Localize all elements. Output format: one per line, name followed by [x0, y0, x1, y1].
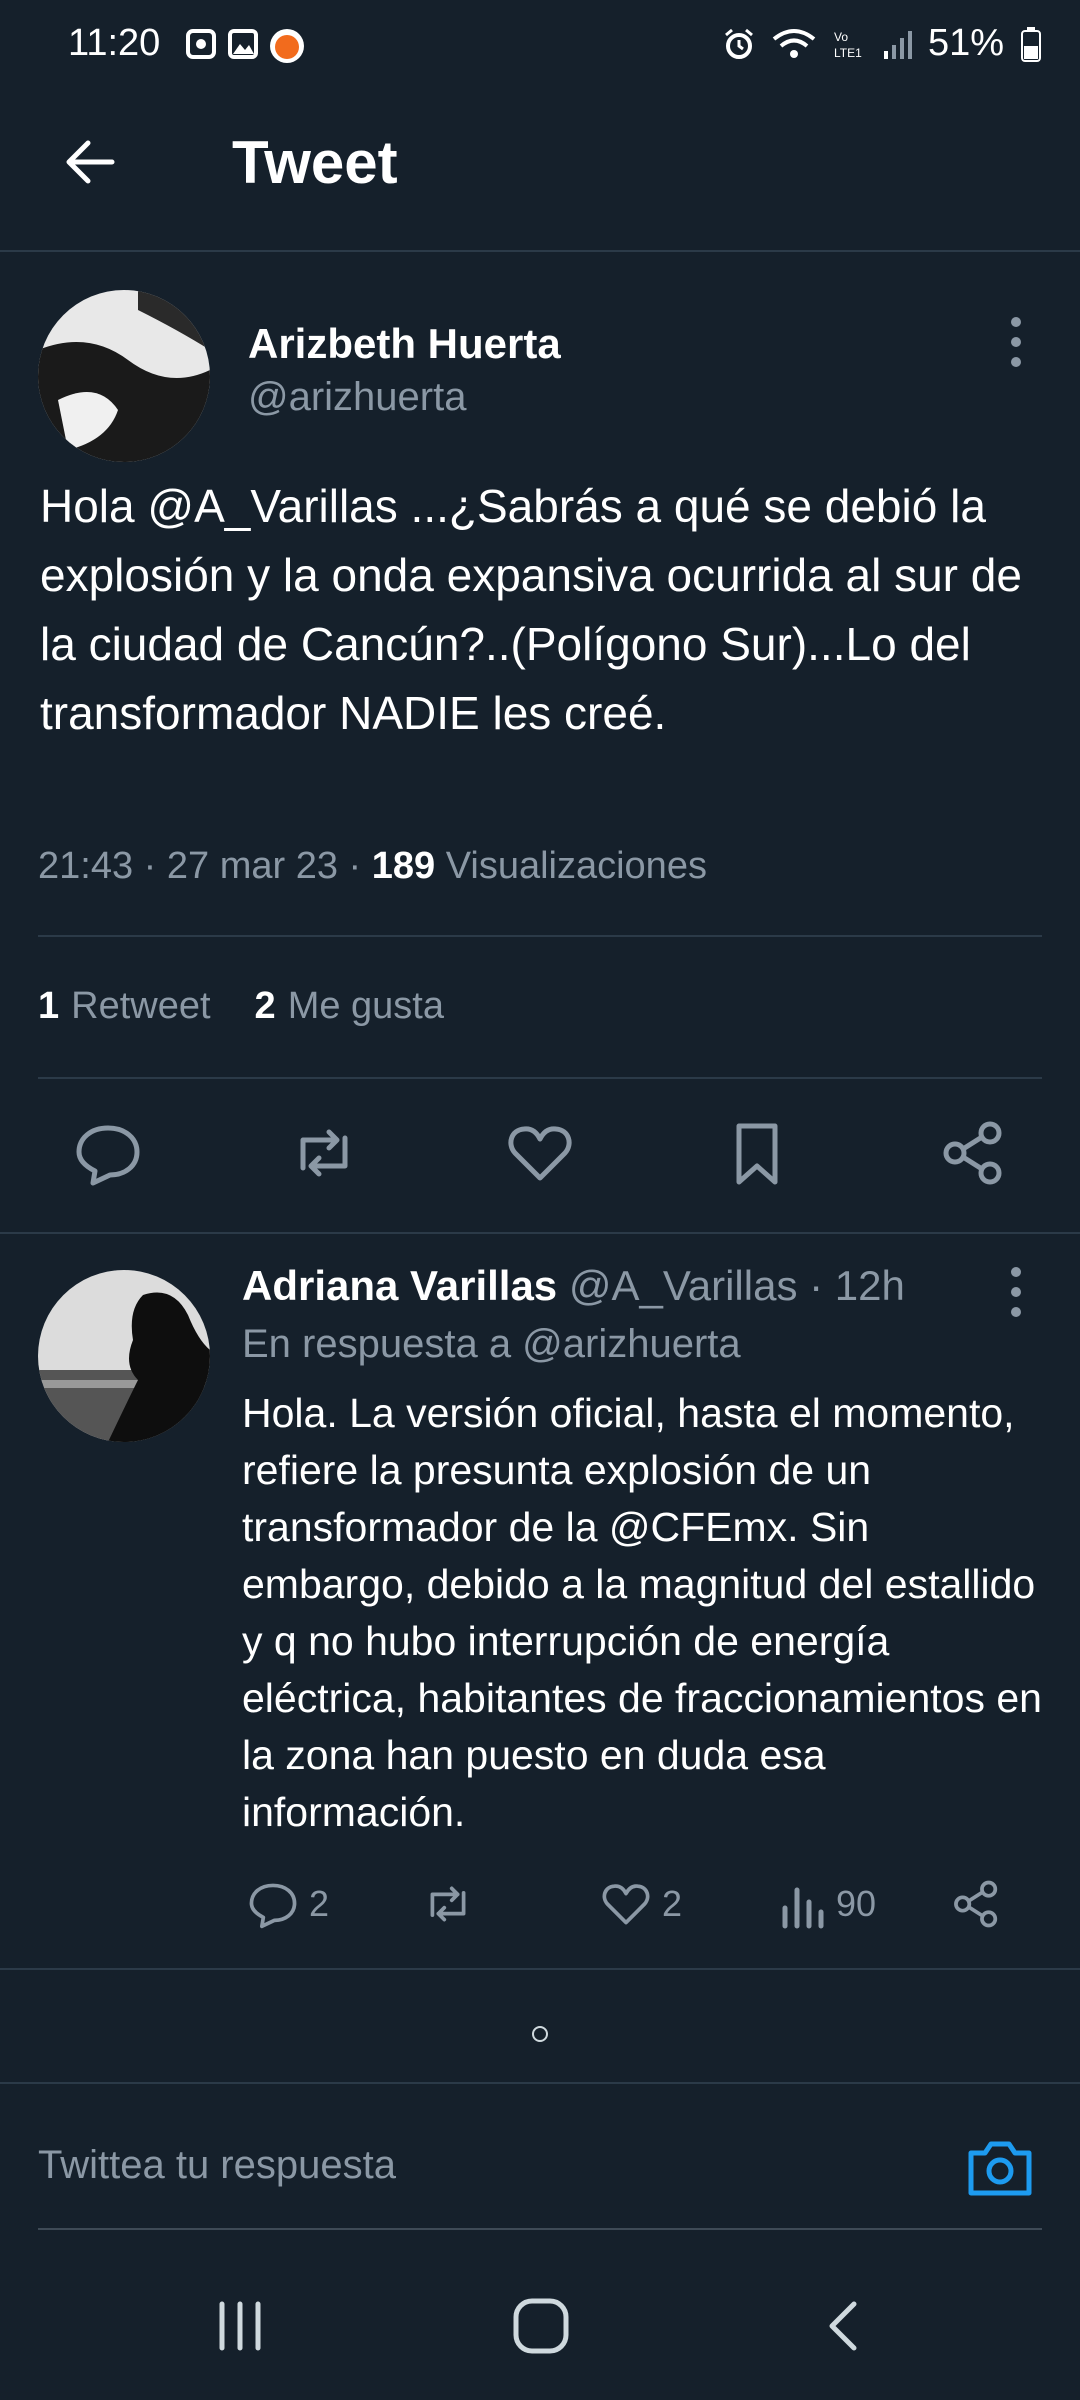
- nav-back-icon[interactable]: [820, 2298, 870, 2354]
- notification-icon: [186, 29, 216, 59]
- battery-icon: [1021, 26, 1041, 62]
- loading-indicator: [532, 2026, 548, 2042]
- back-arrow-icon[interactable]: [58, 130, 122, 194]
- status-time: 11:20: [68, 22, 161, 64]
- compose-underline: [38, 2228, 1042, 2230]
- views-icon: [782, 1887, 824, 1929]
- reply-text: Hola. La versión oficial, hasta el momen…: [242, 1390, 1042, 1835]
- svg-text:Vo: Vo: [834, 30, 848, 44]
- reply-author-name[interactable]: Adriana Varillas: [242, 1262, 557, 1309]
- alarm-icon: [724, 28, 753, 59]
- tweet-date: 27 mar 23: [166, 845, 338, 887]
- recent-apps-icon[interactable]: [212, 2298, 268, 2354]
- tweet-actions: [0, 1115, 1080, 1195]
- reply-header: Adriana Varillas @A_Varillas · 12h: [242, 1262, 905, 1309]
- app-notification-icon: [270, 29, 304, 63]
- reply-retweet-button[interactable]: [420, 1878, 476, 1930]
- author-avatar[interactable]: [38, 290, 210, 462]
- share-icon: [954, 1880, 998, 1928]
- retweet-icon[interactable]: [289, 1118, 359, 1188]
- page-title: Tweet: [232, 129, 398, 196]
- in-reply-to[interactable]: En respuesta a @arizhuerta: [242, 1322, 741, 1367]
- reply-share-button[interactable]: [950, 1878, 1002, 1930]
- likes-label: Me gusta: [287, 985, 444, 1027]
- tweet-text: Hola @A_Varillas ...¿Sabrás a qué se deb…: [40, 480, 1022, 739]
- likes-count: 2: [254, 985, 276, 1027]
- counts-divider: [38, 1077, 1042, 1079]
- reply-views-count: 90: [836, 1883, 877, 1924]
- reply-icon[interactable]: [73, 1118, 143, 1188]
- reply-author-avatar[interactable]: [38, 1270, 210, 1442]
- more-options-icon[interactable]: [1008, 312, 1024, 372]
- views-count: 189: [371, 845, 436, 887]
- reply-actions: 2 2 90: [0, 1878, 1080, 1938]
- share-icon[interactable]: [938, 1118, 1008, 1188]
- reply-likes-count: 2: [662, 1883, 683, 1924]
- author-handle[interactable]: @arizhuerta: [248, 375, 466, 420]
- signal-icon: [883, 30, 912, 59]
- actions-divider: [0, 1232, 1080, 1234]
- reply-more-options-icon[interactable]: [1008, 1262, 1024, 1322]
- retweets-stat[interactable]: 1 Retweet: [38, 985, 211, 1028]
- reply-replies-count: 2: [309, 1883, 330, 1924]
- author-name[interactable]: Arizbeth Huerta: [248, 320, 561, 368]
- tweet-meta: 21:43 · 27 mar 23 · 189 Visualizaciones: [38, 845, 707, 887]
- like-icon[interactable]: [505, 1118, 575, 1188]
- camera-icon[interactable]: [965, 2133, 1035, 2203]
- reply-divider: [0, 1968, 1080, 1970]
- reply-icon: [249, 1883, 297, 1929]
- retweets-label: Retweet: [71, 985, 211, 1027]
- header-divider: [0, 250, 1080, 252]
- likes-stat[interactable]: 2 Me gusta: [255, 985, 444, 1028]
- like-icon: [602, 1884, 650, 1925]
- system-nav-bar: [0, 2270, 1080, 2400]
- tweet-time: 21:43: [38, 845, 134, 887]
- volte-icon: Vo LTE1: [834, 30, 862, 60]
- bookmark-icon[interactable]: [722, 1118, 792, 1188]
- reply-like-button[interactable]: 2: [600, 1878, 682, 1930]
- wifi-icon: [772, 28, 816, 58]
- status-bar: 11:20 Vo LTE1 51%: [0, 0, 1080, 95]
- home-icon[interactable]: [510, 2295, 572, 2357]
- meta-divider: [38, 935, 1042, 937]
- gallery-icon: [228, 29, 258, 59]
- svg-text:LTE1: LTE1: [834, 46, 862, 60]
- reply-compose-input[interactable]: Twittea tu respuesta: [38, 2143, 396, 2188]
- reply-age: 12h: [834, 1262, 905, 1309]
- reply-author-handle[interactable]: @A_Varillas: [569, 1262, 798, 1309]
- engagement-counts: 1 Retweet 2 Me gusta: [38, 985, 444, 1028]
- reply-views-button[interactable]: 90: [780, 1878, 876, 1930]
- reply-reply-button[interactable]: 2: [247, 1878, 329, 1930]
- battery-percent: 51%: [927, 22, 1004, 64]
- retweet-icon: [430, 1886, 466, 1922]
- retweets-count: 1: [38, 985, 60, 1027]
- loading-divider: [0, 2082, 1080, 2084]
- views-label[interactable]: Visualizaciones: [446, 845, 707, 887]
